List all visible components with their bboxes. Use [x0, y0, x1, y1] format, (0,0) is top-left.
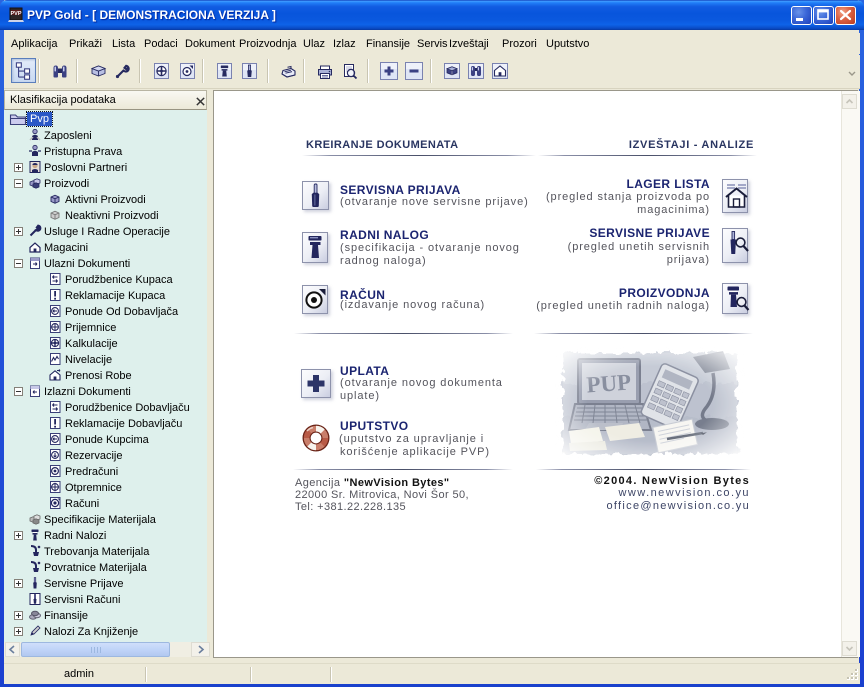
svg-text:PVP: PVP	[10, 11, 21, 17]
